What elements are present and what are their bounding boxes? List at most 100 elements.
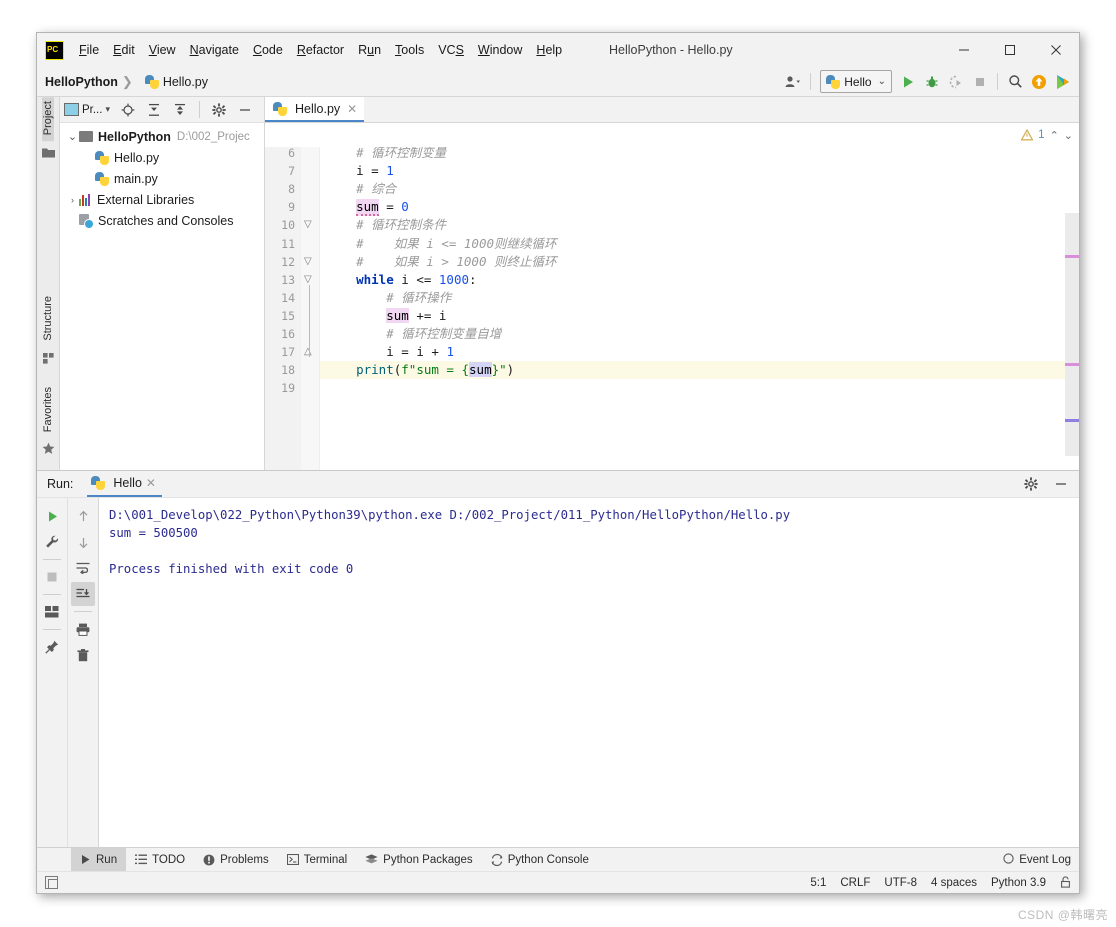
close-icon[interactable]: ✕ [347,102,357,116]
run-icon[interactable] [896,70,920,94]
bottom-tab-python-console[interactable]: Python Console [482,848,598,871]
ide-assistant-icon[interactable] [1051,70,1075,94]
tree-node[interactable]: ⌄ HelloPython D:\002_Projec [60,126,264,147]
settings-gear-icon[interactable] [207,98,231,122]
update-project-icon[interactable] [1027,70,1051,94]
code-line[interactable]: while i <= 1000: [320,271,1065,289]
minimize-button[interactable] [941,34,987,66]
run-configuration-selector[interactable]: Hello ⌄ [820,70,892,93]
sidebar-item-project[interactable]: Project [42,97,54,142]
project-tree[interactable]: ⌄ HelloPython D:\002_Projec Hello.py main.py… [60,123,264,470]
print-button[interactable] [71,617,95,641]
maximize-button[interactable] [987,34,1033,66]
code-line[interactable] [320,379,1065,397]
fold-marker-icon[interactable]: ▽ [301,271,319,289]
interpreter-widget[interactable]: Python 3.9 [991,877,1046,889]
locate-icon[interactable] [116,98,140,122]
code-line[interactable]: i = 1 [320,162,1065,180]
caret-position-widget[interactable]: 5:1 [810,877,826,889]
tree-node[interactable]: › External Libraries [60,189,264,210]
fold-marker-icon[interactable]: ▽ [301,216,319,234]
code-line[interactable]: sum += i [320,307,1065,325]
scroll-to-end-button[interactable] [71,582,95,606]
code-folding-gutter[interactable]: ▽ ▽ ▽ △ [301,123,320,470]
bottom-tab-run[interactable]: Run [71,848,127,871]
hide-panel-icon[interactable] [1049,472,1073,496]
previous-occurrence-button[interactable] [71,504,95,528]
code-line[interactable]: i = i + 1 [320,343,1065,361]
code-line[interactable]: # 如果 i > 1000 则终止循环 [320,253,1065,271]
event-log-button[interactable]: Event Log [1003,853,1071,866]
breadcrumb-file[interactable]: Hello.py [144,74,208,89]
layout-settings-button[interactable] [40,600,64,624]
menu-item-run[interactable]: Run [351,40,388,60]
menu-item-file[interactable]: File [72,40,106,60]
code-line[interactable]: sum = 0 [320,198,1065,217]
breadcrumb-project[interactable]: HelloPython [45,75,118,89]
menu-item-view[interactable]: View [142,40,183,60]
line-separator-widget[interactable]: CRLF [840,877,870,889]
editor-marker-scrollbar[interactable] [1065,123,1079,470]
close-button[interactable] [1033,34,1079,66]
code-line[interactable]: # 循环控制条件 [320,216,1065,234]
code-line[interactable]: # 循环控制变量自增 [320,325,1065,343]
stop-button[interactable] [40,565,64,589]
close-icon[interactable]: ✕ [146,476,156,490]
tree-node[interactable]: main.py [60,168,264,189]
bottom-tab-terminal[interactable]: Terminal [278,848,356,871]
menu-item-window[interactable]: Window [471,40,529,60]
bottom-tab-todo[interactable]: TODO [126,848,194,871]
code-line[interactable]: # 循环操作 [320,289,1065,307]
collapse-all-icon[interactable] [168,98,192,122]
soft-wrap-button[interactable] [71,556,95,580]
console-scrollbar[interactable] [1065,498,1079,847]
toggle-toolwindows-button[interactable] [45,876,58,889]
code-line[interactable]: # 综合 [320,180,1065,198]
menu-item-code[interactable]: Code [246,40,290,60]
stop-icon[interactable] [968,70,992,94]
editor-marker[interactable] [1065,255,1079,258]
clear-all-button[interactable] [71,643,95,667]
editor-marker[interactable] [1065,363,1079,366]
tree-node[interactable]: Scratches and Consoles [60,210,264,231]
editor-marker[interactable] [1065,419,1079,422]
encoding-widget[interactable]: UTF-8 [884,877,917,889]
code-text-area[interactable]: # 循环控制变量 i = 1 # 综合 sum = 0 # 循环控制条件 # 如… [320,123,1065,470]
run-tab-hello[interactable]: Hello ✕ [87,471,162,497]
rerun-button[interactable] [40,504,64,528]
run-with-coverage-icon[interactable] [944,70,968,94]
pin-tab-button[interactable] [40,635,64,659]
menu-item-refactor[interactable]: Refactor [290,40,351,60]
tree-twisty-icon[interactable]: › [66,195,79,205]
edit-configuration-button[interactable] [40,530,64,554]
tree-twisty-icon[interactable]: ⌄ [66,130,79,143]
inspection-widget[interactable]: 1 ⌃ ⌄ [265,123,1079,147]
menu-item-help[interactable]: Help [529,40,569,60]
project-panel-title[interactable]: Pr... ▾ [64,103,110,116]
expand-all-icon[interactable] [142,98,166,122]
search-everywhere-icon[interactable] [1003,70,1027,94]
bottom-tab-python-packages[interactable]: Python Packages [356,848,482,871]
code-line[interactable]: print(f"sum = {sum}") [320,361,1065,380]
sidebar-item-favorites[interactable]: Favorites [42,383,54,438]
indent-widget[interactable]: 4 spaces [931,877,977,889]
code-line[interactable]: # 如果 i <= 1000则继续循环 [320,235,1065,253]
bottom-tab-problems[interactable]: Problems [194,848,278,871]
settings-gear-icon[interactable] [1019,472,1043,496]
next-occurrence-button[interactable] [71,530,95,554]
editor-tab-hello-py[interactable]: Hello.py ✕ [265,97,365,122]
user-settings-icon[interactable] [781,70,805,94]
debug-icon[interactable] [920,70,944,94]
fold-marker-icon[interactable]: △ [301,343,319,361]
menu-item-navigate[interactable]: Navigate [183,40,246,60]
read-only-lock-icon[interactable] [1060,876,1071,889]
console-output[interactable]: D:\001_Develop\022_Python\Python39\pytho… [99,498,1065,847]
previous-highlight-icon[interactable]: ⌃ [1050,129,1059,142]
menu-item-tools[interactable]: Tools [388,40,431,60]
fold-marker-icon[interactable]: ▽ [301,253,319,271]
code-editor[interactable]: 5678910111213141516171819 ▽▽▽△ # 循环控制变量 … [265,123,1079,470]
tree-node[interactable]: Hello.py [60,147,264,168]
hide-panel-icon[interactable] [233,98,257,122]
menu-item-vcs[interactable]: VCS [431,40,471,60]
next-highlight-icon[interactable]: ⌄ [1064,129,1073,142]
